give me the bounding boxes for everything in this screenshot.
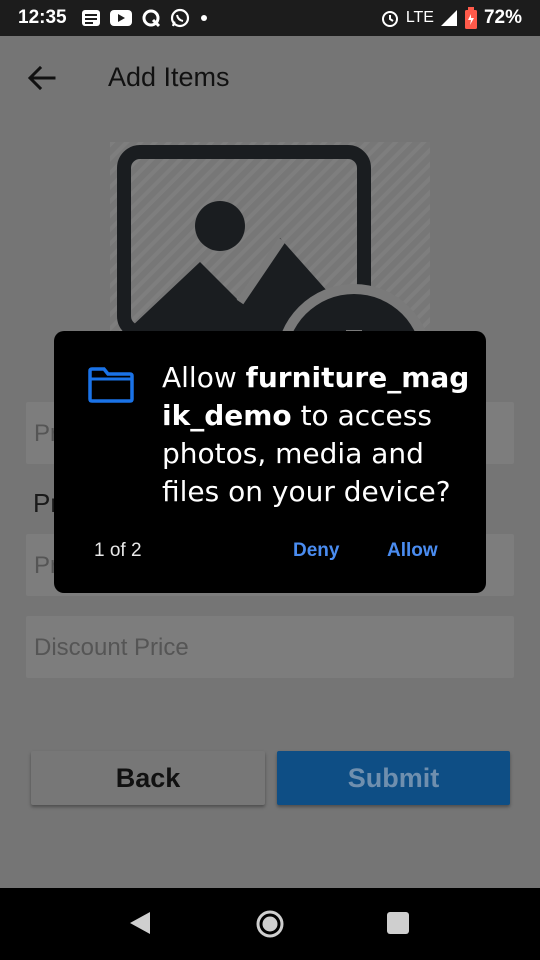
allow-button[interactable]: Allow: [387, 540, 438, 562]
signal-icon: [440, 9, 458, 27]
deny-button[interactable]: Deny: [293, 540, 339, 562]
message-prefix: Allow: [162, 361, 246, 394]
network-type: LTE: [405, 9, 434, 26]
back-button[interactable]: Back: [31, 751, 265, 805]
discount-price-field[interactable]: Discount Price: [26, 616, 514, 678]
discount-price-placeholder: Discount Price: [34, 634, 189, 661]
status-bar: 12:35 LTE 72%: [0, 0, 540, 36]
nav-recents-icon[interactable]: [387, 912, 409, 934]
notification-icons: [81, 7, 209, 29]
notes-icon: [81, 9, 101, 27]
back-arrow-icon[interactable]: [26, 62, 58, 94]
battery-icon: [464, 7, 478, 29]
system-icons: LTE 72%: [380, 7, 522, 29]
more-notifications-icon: [199, 13, 209, 23]
quora-icon: [141, 8, 161, 28]
nav-back-icon[interactable]: [128, 910, 152, 936]
nav-home-icon[interactable]: [255, 909, 285, 939]
alarm-icon: [380, 8, 400, 28]
permission-dialog: Allow furniture_magik_demo to access pho…: [54, 331, 486, 593]
permission-message: Allow furniture_magik_demo to access pho…: [162, 359, 472, 511]
submit-button[interactable]: Submit: [277, 751, 510, 805]
youtube-icon: [109, 9, 133, 27]
whatsapp-icon: [169, 7, 191, 29]
battery-level: 72%: [483, 7, 522, 28]
folder-icon: [88, 367, 134, 403]
status-time: 12:35: [18, 7, 67, 28]
page-title: Add Items: [108, 62, 230, 92]
app-bar: Add Items: [0, 36, 540, 122]
permission-counter: 1 of 2: [94, 540, 142, 561]
